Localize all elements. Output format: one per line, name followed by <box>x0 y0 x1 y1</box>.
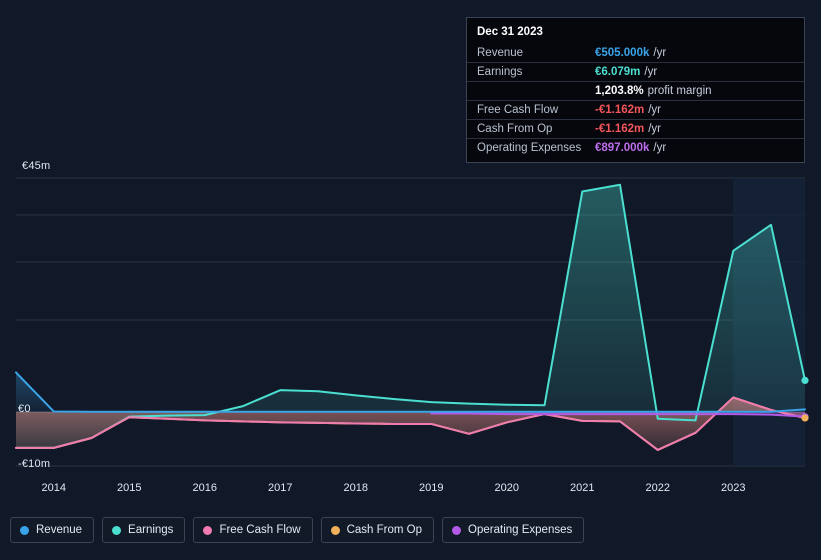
legend-label: Free Cash Flow <box>219 524 301 536</box>
tooltip-row-label: Cash From Op <box>477 123 553 135</box>
hover-tooltip: Dec 31 2023 Revenue €505.000k/yr Earnings €… <box>466 17 805 163</box>
tooltip-row-label: Revenue <box>477 47 524 59</box>
legend-item-free-cash-flow[interactable]: Free Cash Flow <box>193 517 313 543</box>
tooltip-rows: Revenue €505.000k/yr Earnings €6.079m/yr 1,2… <box>467 44 804 157</box>
legend-label: Cash From Op <box>346 524 423 536</box>
x-axis-tick-label: 2014 <box>41 482 67 494</box>
x-axis-tick-label: 2018 <box>343 482 369 494</box>
y-axis-label-top: €45m <box>22 160 51 172</box>
legend-item-cash-from-op[interactable]: Cash From Op <box>320 517 435 543</box>
legend-color-dot <box>112 525 122 535</box>
tooltip-row-label: Earnings <box>477 66 523 78</box>
legend-color-dot <box>203 525 213 535</box>
tooltip-row: Operating Expenses €897.000k/yr <box>467 138 804 157</box>
x-axis-tick-label: 2023 <box>721 482 746 494</box>
tooltip-row-label: Operating Expenses <box>477 142 582 154</box>
x-axis-tick-label: 2015 <box>117 482 142 494</box>
tooltip-row-unit: /yr <box>653 142 667 154</box>
tooltip-row-value: €6.079m <box>595 66 641 78</box>
tooltip-row: Cash From Op -€1.162m/yr <box>467 119 804 138</box>
y-axis-label-bottom: -€10m <box>18 458 51 470</box>
x-axis-tick-label: 2019 <box>419 482 444 494</box>
tooltip-row-label: Free Cash Flow <box>477 104 559 116</box>
x-axis-tick-label: 2022 <box>645 482 671 494</box>
financials-chart: €45m €0 -€10m 2014 2015 2016 2017 2018 2019 20… <box>0 0 821 560</box>
legend-label: Revenue <box>36 524 83 536</box>
tooltip-date: Dec 31 2023 <box>477 26 543 38</box>
legend-item-earnings[interactable]: Earnings <box>102 517 186 543</box>
tooltip-row-unit: /yr <box>644 66 658 78</box>
x-axis-tick-label: 2017 <box>268 482 293 494</box>
tooltip-row-sublabel: profit margin <box>647 85 712 97</box>
x-axis-tick-label: 2021 <box>570 482 595 494</box>
chart-legend[interactable]: Revenue Earnings Free Cash Flow Cash From O… <box>10 517 585 543</box>
tooltip-row-unit: /yr <box>653 47 667 59</box>
tooltip-row-value: €897.000k <box>595 142 650 154</box>
tooltip-row: Free Cash Flow -€1.162m/yr <box>467 100 804 119</box>
tooltip-row: 1,203.8% profit margin <box>467 81 804 100</box>
x-axis-tick-label: 2020 <box>494 482 520 494</box>
tooltip-row-value: €505.000k <box>595 47 650 59</box>
y-axis-label-zero: €0 <box>18 403 31 415</box>
legend-label: Earnings <box>128 524 174 536</box>
legend-color-dot <box>452 525 462 535</box>
tooltip-row-value: -€1.162m <box>595 123 645 135</box>
x-axis-labels: 2014 2015 2016 2017 2018 2019 2020 2021 2022 2023 <box>0 482 821 500</box>
legend-item-operating-expenses[interactable]: Operating Expenses <box>442 517 585 543</box>
legend-color-dot <box>330 525 340 535</box>
x-axis-tick-label: 2016 <box>192 482 218 494</box>
tooltip-row-unit: /yr <box>648 123 662 135</box>
tooltip-row: Revenue €505.000k/yr <box>467 44 804 62</box>
legend-label: Operating Expenses <box>468 524 573 536</box>
tooltip-row-unit: /yr <box>648 104 662 116</box>
legend-color-dot <box>20 525 29 535</box>
tooltip-row: Earnings €6.079m/yr <box>467 62 804 81</box>
tooltip-row-value: 1,203.8% <box>595 85 644 97</box>
legend-item-revenue[interactable]: Revenue <box>10 517 95 543</box>
tooltip-row-value: -€1.162m <box>595 104 645 116</box>
